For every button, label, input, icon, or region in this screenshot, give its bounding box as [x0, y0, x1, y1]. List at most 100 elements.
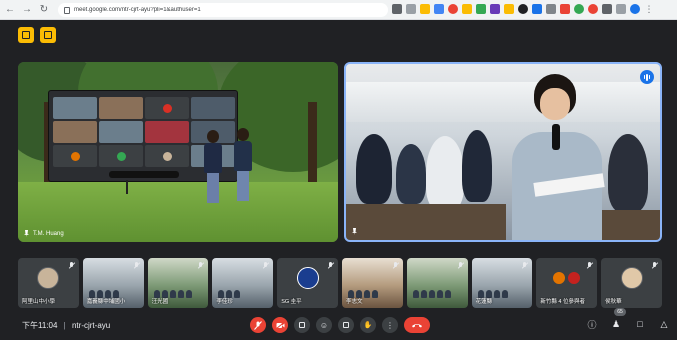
separator: |	[63, 321, 66, 330]
grass-ground	[18, 182, 338, 242]
meeting-info: 下午11:04 | ntr-cjrt-ayu	[22, 320, 110, 331]
participant-tile-main-left[interactable]: T.M. Huang	[18, 62, 338, 242]
participant-name: 嘉義縣中埔國小	[86, 299, 126, 305]
student-figure	[462, 130, 492, 202]
more-vert-icon: ⋮	[386, 320, 394, 330]
participant-name: 李志文	[345, 299, 363, 305]
meeting-control-bar: 下午11:04 | ntr-cjrt-ayu ☺ ✋ ⋮ ⓘ ♟ □ △	[0, 312, 677, 340]
meet-window: ← → ↻ meet.google.com/ntr-cjrt-ayu?pli=1…	[0, 0, 677, 340]
student-figure	[356, 134, 392, 204]
camera-toggle-button[interactable]	[272, 317, 288, 333]
whiteboard-addon-icon[interactable]	[18, 27, 34, 43]
student-figure	[396, 144, 426, 204]
extension-blue-icon[interactable]	[434, 4, 444, 14]
back-arrow-icon[interactable]: ←	[3, 3, 17, 17]
raise-hand-button[interactable]: ✋	[360, 317, 376, 333]
mic-off-icon	[651, 262, 658, 269]
participant-thumbnail[interactable]: SG 圭平	[277, 258, 338, 308]
pin-icon[interactable]	[24, 230, 29, 237]
screen-tile	[145, 145, 189, 167]
people-button[interactable]: ♟	[610, 318, 622, 330]
extension-red-icon[interactable]	[448, 4, 458, 14]
participant-thumbnail[interactable]: 侯秋華	[601, 258, 662, 308]
more-options-button[interactable]: ⋮	[382, 317, 398, 333]
screen-tile	[191, 97, 235, 119]
participant-name: 花蓮縣	[475, 299, 493, 305]
extension-icons: ⋮	[392, 4, 654, 14]
extension-pdf-icon[interactable]	[560, 4, 570, 14]
screen-stand	[126, 180, 128, 194]
captions-button[interactable]	[294, 317, 310, 333]
mic-off-icon	[262, 262, 269, 269]
tree-trunk	[308, 102, 317, 192]
forward-arrow-icon[interactable]: →	[20, 3, 34, 17]
screen-tile	[145, 121, 189, 143]
camera-extension-icon[interactable]	[392, 4, 402, 14]
extension-doc-icon[interactable]	[532, 4, 542, 14]
participant-tile-active-speaker[interactable]	[344, 62, 662, 242]
camera-off-icon	[275, 321, 284, 329]
extension-yellow-icon[interactable]	[462, 4, 472, 14]
extension-purple-icon[interactable]	[490, 4, 500, 14]
extension-green-icon[interactable]	[476, 4, 486, 14]
extension-record-icon[interactable]	[588, 4, 598, 14]
notes-addon-icon[interactable]	[40, 27, 56, 43]
chat-icon: □	[637, 319, 643, 329]
participant-name-tag: T.M. Huang	[24, 230, 64, 237]
people-icon: ♟	[611, 318, 621, 329]
leave-call-button[interactable]	[404, 317, 430, 333]
meeting-details-button[interactable]: ⓘ	[586, 318, 598, 330]
participant-thumbnail[interactable]: 花蓮縣	[471, 258, 533, 308]
mic-off-icon	[457, 262, 464, 269]
participant-thumbnail[interactable]	[406, 258, 468, 308]
screen-tile	[53, 97, 97, 119]
emoji-icon: ☺	[319, 320, 329, 330]
participant-thumbnail[interactable]: 李志文	[341, 258, 403, 308]
clock-time: 下午11:04	[22, 321, 58, 330]
participant-thumbnail[interactable]: 汪光國	[147, 258, 209, 308]
screen-control-bar	[109, 171, 179, 178]
mic-off-icon	[197, 262, 204, 269]
school-logo-avatar	[296, 267, 319, 289]
lock-icon	[64, 6, 70, 14]
mic-off-icon	[327, 262, 334, 269]
screen-tile	[53, 121, 97, 143]
star-icon[interactable]	[420, 4, 430, 14]
mic-off-icon	[133, 262, 140, 269]
extensions-puzzle-icon[interactable]	[602, 4, 612, 14]
participant-thumbnail[interactable]: 嘉義縣中埔國小	[82, 258, 144, 308]
address-bar[interactable]: meet.google.com/ntr-cjrt-ayu?pli=1&authu…	[58, 3, 388, 17]
reload-icon[interactable]: ↻	[37, 3, 51, 17]
more-vert-icon[interactable]: ⋮	[644, 4, 654, 14]
avatar	[568, 272, 581, 284]
share-icon[interactable]	[406, 4, 416, 14]
extension-note-icon[interactable]	[504, 4, 514, 14]
screen-tile	[145, 97, 189, 119]
meeting-code: ntr-cjrt-ayu	[71, 321, 111, 330]
participant-name: 阿里山中小學	[22, 299, 56, 305]
avatar	[37, 267, 60, 289]
extension-dark-icon[interactable]	[518, 4, 528, 14]
microphone	[552, 124, 560, 150]
participant-thumbnail[interactable]: 李佳珍	[212, 258, 274, 308]
profile-avatar-icon[interactable]	[630, 4, 640, 14]
reactions-button[interactable]: ☺	[316, 317, 332, 333]
present-screen-button[interactable]	[338, 317, 354, 333]
avatar	[620, 267, 643, 289]
avatar	[553, 272, 566, 284]
present-icon	[343, 322, 349, 328]
mic-toggle-button[interactable]	[250, 317, 266, 333]
participant-thumbnail[interactable]: 阿里山中小學	[18, 258, 79, 308]
extension-circle-icon[interactable]	[574, 4, 584, 14]
sidebar-icon[interactable]	[616, 4, 626, 14]
end-call-icon	[412, 324, 422, 328]
browser-toolbar: ← → ↻ meet.google.com/ntr-cjrt-ayu?pli=1…	[0, 0, 677, 20]
classroom-people	[412, 290, 451, 298]
mic-off-icon	[521, 262, 528, 269]
presenter-figure	[234, 128, 252, 201]
activities-button[interactable]: △	[658, 318, 670, 330]
extension-grey-icon[interactable]	[546, 4, 556, 14]
participant-thumbnail[interactable]: 新竹縣 4 位參與者	[536, 258, 598, 308]
chat-button[interactable]: □	[634, 318, 646, 330]
pin-icon[interactable]	[352, 228, 357, 235]
